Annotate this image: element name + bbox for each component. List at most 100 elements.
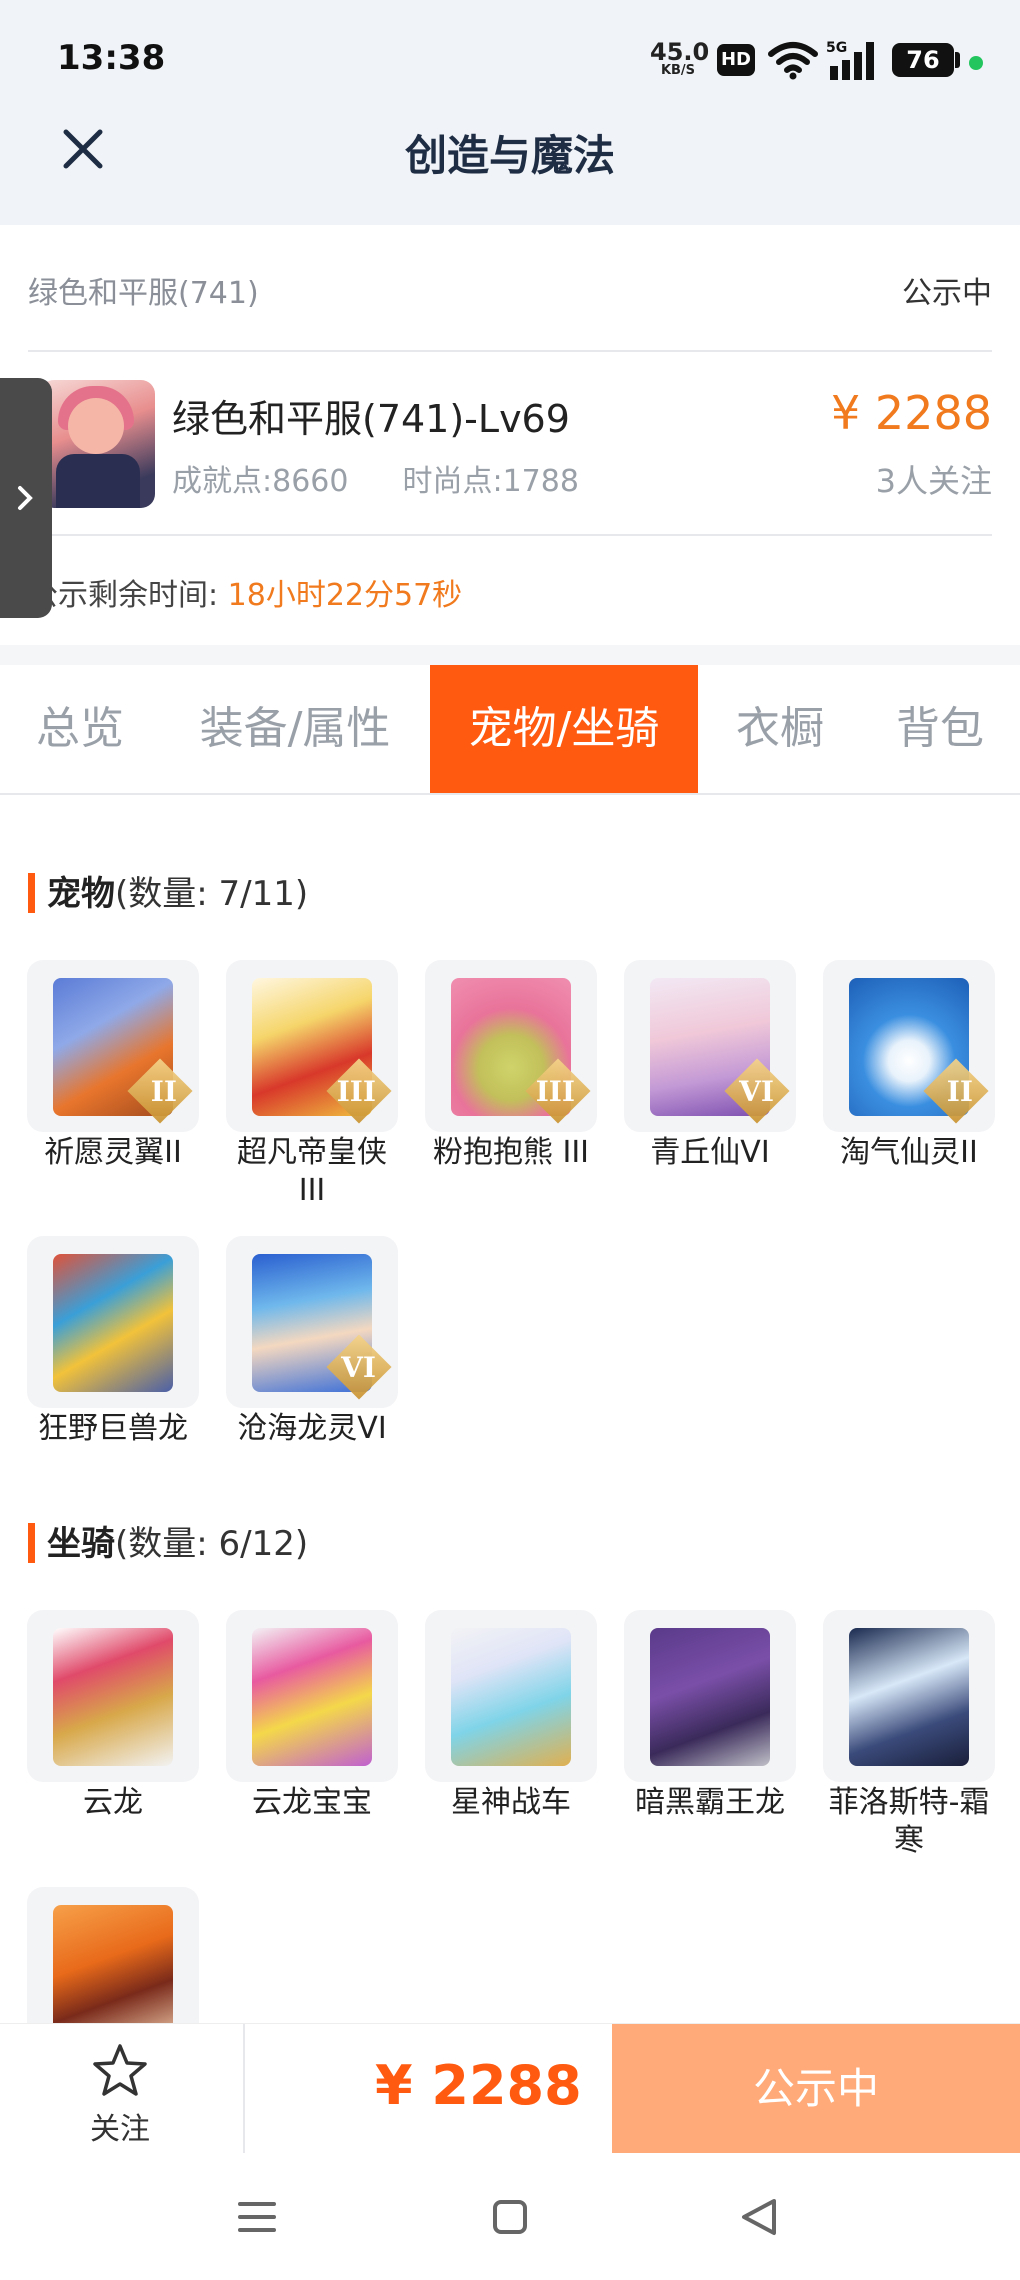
tab-pets-mounts[interactable]: 宠物/坐骑	[430, 665, 698, 793]
hd-badge: HD	[717, 44, 755, 76]
signal-5g-icon: 5G	[826, 40, 874, 80]
svg-text:5G: 5G	[826, 40, 847, 56]
pet-item[interactable]: VI 青丘仙VI	[624, 960, 796, 1172]
mount-thumbnail	[823, 1610, 995, 1782]
bottom-price: ¥ 2288	[375, 2054, 582, 2117]
pet-item[interactable]: VI 沧海龙灵VI	[226, 1236, 398, 1448]
grade-label: II	[946, 1075, 973, 1108]
pet-item[interactable]: II 淘气仙灵II	[823, 960, 995, 1172]
menu-icon[interactable]	[238, 2201, 276, 2233]
pet-name: 青丘仙VI	[650, 1135, 770, 1170]
pet-name: 祈愿灵翼II	[44, 1135, 182, 1170]
pet-thumbnail: III	[226, 960, 398, 1132]
divider	[243, 2024, 245, 2154]
mount-item[interactable]: 菲洛斯特-霜寒	[823, 1610, 995, 1860]
network-speed-value: 45.0	[650, 38, 710, 66]
pet-thumbnail: II	[823, 960, 995, 1132]
pets-section-title: 宠物(数量: 7/11)	[28, 866, 308, 915]
follow-button[interactable]: 关注	[70, 2042, 170, 2148]
pet-item[interactable]: II 祈愿灵翼II	[27, 960, 199, 1172]
mount-name: 云龙	[83, 1785, 143, 1820]
mount-item[interactable]: 云龙宝宝	[226, 1610, 398, 1822]
mount-item[interactable]: 星神战车	[425, 1610, 597, 1822]
battery-tip	[955, 52, 960, 68]
mount-image	[650, 1628, 770, 1766]
mounts-title: 坐骑	[47, 1524, 115, 1564]
divider	[28, 534, 992, 536]
tab-equipment[interactable]: 装备/属性	[175, 665, 415, 793]
remaining-time-row: 公示剩余时间: 18小时22分57秒	[28, 570, 462, 614]
mount-image	[849, 1628, 969, 1766]
top-area: 13:38 45.0 KB/S HD 5G 76 创造与魔法	[0, 0, 1020, 225]
grade-label: VI	[739, 1075, 774, 1108]
avatar-head	[68, 398, 124, 454]
tab-wardrobe[interactable]: 衣橱	[710, 665, 850, 793]
system-nav-bar	[0, 2153, 1020, 2280]
star-icon	[93, 2044, 147, 2096]
tab-bar: 总览 装备/属性 宠物/坐骑 衣橱 背包	[0, 665, 1020, 795]
mounts-count: (数量: 6/12)	[115, 1524, 309, 1564]
chevron-right-icon	[18, 486, 33, 510]
pets-title: 宠物	[47, 874, 115, 914]
divider	[28, 350, 992, 352]
section-marker	[28, 873, 35, 913]
pet-name: 狂野巨兽龙	[38, 1411, 188, 1446]
grade-label: VI	[341, 1351, 376, 1384]
avatar-body	[56, 454, 140, 508]
follow-label: 关注	[90, 2112, 150, 2147]
pet-thumbnail: II	[27, 960, 199, 1132]
section-marker	[28, 1523, 35, 1563]
page-title: 创造与魔法	[404, 131, 615, 180]
follower-count: 3人关注	[875, 462, 992, 500]
pet-name: 淘气仙灵II	[840, 1135, 978, 1170]
status-time: 13:38	[57, 38, 166, 78]
privacy-dot	[969, 56, 983, 70]
back-icon[interactable]	[740, 2197, 778, 2237]
public-status-button[interactable]: 公示中	[612, 2024, 1020, 2154]
character-name: 绿色和平服(741)-Lv69	[172, 397, 570, 441]
pet-name: 粉抱抱熊 III	[432, 1135, 590, 1170]
pet-item[interactable]: III 粉抱抱熊 III	[425, 960, 597, 1172]
remaining-time-value: 18小时22分57秒	[227, 578, 463, 613]
pet-thumbnail: VI	[226, 1236, 398, 1408]
server-name: 绿色和平服(741)	[28, 276, 259, 311]
character-avatar[interactable]	[40, 380, 155, 508]
tab-bag[interactable]: 背包	[870, 665, 1010, 793]
mounts-section-title: 坐骑(数量: 6/12)	[28, 1516, 308, 1565]
listing-price: ¥ 2288	[831, 386, 992, 440]
grade-label: III	[535, 1075, 575, 1108]
mount-thumbnail	[226, 1610, 398, 1782]
side-drawer-handle[interactable]	[0, 378, 52, 618]
pet-item[interactable]: 狂野巨兽龙	[27, 1236, 199, 1448]
mount-image	[53, 1628, 173, 1766]
section-gap	[0, 645, 1020, 665]
mount-image	[451, 1628, 571, 1766]
pet-image	[53, 1254, 173, 1392]
bottom-action-bar: 关注 ¥ 2288 公示中	[0, 2023, 1020, 2154]
mount-name: 暗黑霸王龙	[635, 1785, 785, 1820]
pet-item[interactable]: III 超凡帝皇侠III	[226, 960, 398, 1210]
tab-overview[interactable]: 总览	[10, 665, 150, 793]
mount-item[interactable]: 云龙	[27, 1610, 199, 1822]
grade-label: II	[150, 1075, 177, 1108]
status-bar: 13:38 45.0 KB/S HD 5G 76	[0, 0, 1020, 110]
wifi-icon	[768, 42, 818, 80]
battery-icon: 76	[892, 43, 954, 77]
mount-name: 云龙宝宝	[252, 1785, 372, 1820]
pet-name: 超凡帝皇侠III	[237, 1135, 387, 1208]
mount-image	[252, 1628, 372, 1766]
mount-thumbnail	[624, 1610, 796, 1782]
fashion-points: 时尚点:1788	[402, 464, 579, 499]
pet-thumbnail: III	[425, 960, 597, 1132]
home-icon[interactable]	[492, 2199, 528, 2235]
mount-thumbnail	[425, 1610, 597, 1782]
mount-name: 星神战车	[451, 1785, 571, 1820]
pet-thumbnail: VI	[624, 960, 796, 1132]
mount-item[interactable]: 暗黑霸王龙	[624, 1610, 796, 1822]
status-badge: 公示中	[902, 276, 992, 311]
pet-thumbnail	[27, 1236, 199, 1408]
mount-name: 菲洛斯特-霜寒	[828, 1785, 990, 1858]
remaining-time-label: 公示剩余时间:	[28, 578, 219, 613]
mount-thumbnail	[27, 1610, 199, 1782]
pet-name: 沧海龙灵VI	[237, 1411, 387, 1446]
